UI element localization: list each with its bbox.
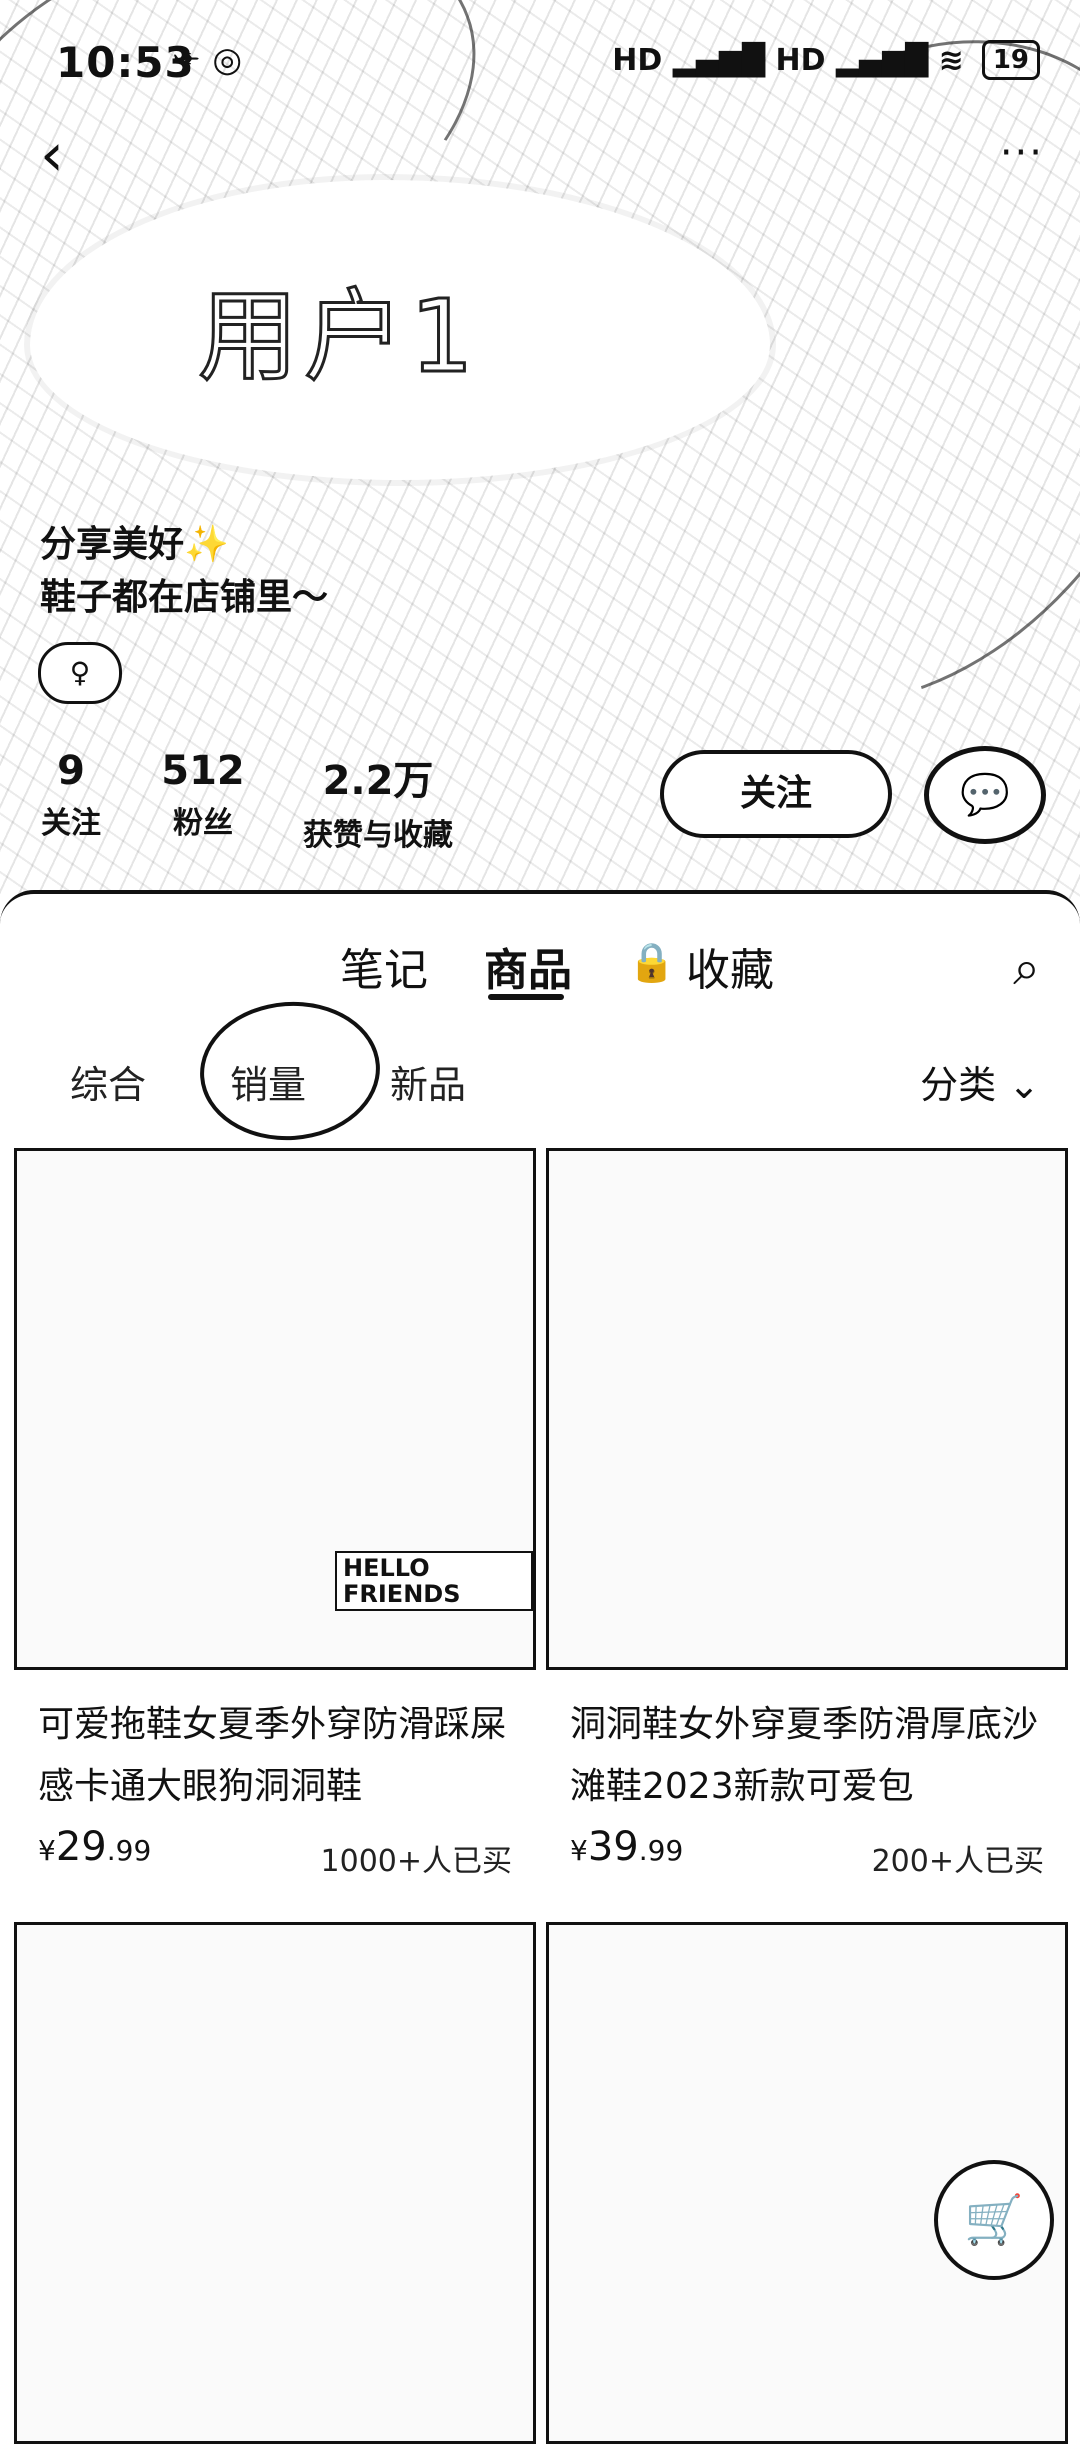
- sort-new[interactable]: 新品: [390, 1054, 466, 1109]
- active-tab-indicator: [488, 994, 564, 1000]
- search-icon[interactable]: ⌕: [1013, 940, 1040, 997]
- status-icons: HD ▂▄▆█ HD ▂▄▆█ ≋ 19: [612, 40, 1040, 80]
- username: 用户1: [197, 277, 480, 397]
- status-left-icons: ✈ ◎: [172, 40, 242, 80]
- product-price: ¥39.99: [570, 1824, 683, 1870]
- content-tabs: 笔记 商品 🔒 收藏: [0, 934, 1080, 1014]
- bio-line-2: 鞋子都在店铺里～: [40, 577, 329, 618]
- price-decimal: .99: [106, 1834, 152, 1867]
- sort-overall[interactable]: 综合: [70, 1054, 146, 1109]
- gender-badge: ♀: [38, 642, 122, 704]
- product-card[interactable]: HELLO FRIENDS 可爱拖鞋女夏季外穿防滑踩屎感卡通大眼狗洞洞鞋 ¥29…: [14, 1148, 536, 1884]
- sort-tabs: 综合 销量 新品 分类 ⌄: [0, 1054, 1080, 1134]
- content-panel: 笔记 商品 🔒 收藏 ⌕ 综合 销量 新品 分类 ⌄ HELLO FRIENDS…: [0, 890, 1080, 2444]
- stat-followers-label: 粉丝: [173, 806, 233, 841]
- sold-count: 200+人已买: [871, 1844, 1044, 1879]
- product-title[interactable]: 洞洞鞋女外穿夏季防滑厚底沙滩鞋2023新款可爱包: [570, 1694, 1044, 1818]
- product-meta: ¥29.99 1000+人已买: [38, 1824, 512, 1884]
- more-options-button[interactable]: ···: [1000, 130, 1044, 176]
- signal-icon: HD ▂▄▆█ HD ▂▄▆█ ≋: [612, 42, 964, 78]
- product-price: ¥29.99: [38, 1824, 151, 1870]
- follow-button[interactable]: 关注: [660, 750, 892, 838]
- price-integer: 39: [587, 1824, 639, 1870]
- product-badge: HELLO FRIENDS: [335, 1551, 533, 1611]
- bio-line-1: 分享美好✨: [40, 524, 229, 565]
- stat-likes-value: 2.2万: [322, 758, 434, 804]
- product-card[interactable]: 洞洞鞋女外穿夏季防滑厚底沙滩鞋2023新款可爱包 ¥39.99 200+人已买: [546, 1148, 1068, 1884]
- product-image[interactable]: [14, 1922, 536, 2444]
- stat-likes-label: 获赞与收藏: [303, 818, 453, 853]
- price-integer: 29: [55, 1824, 107, 1870]
- product-image[interactable]: HELLO FRIENDS: [14, 1148, 536, 1670]
- currency-symbol: ¥: [570, 1834, 588, 1867]
- category-filter[interactable]: 分类 ⌄: [920, 1054, 1040, 1109]
- currency-symbol: ¥: [38, 1834, 56, 1867]
- chat-icon[interactable]: 💬: [924, 746, 1046, 844]
- tab-products[interactable]: 商品: [484, 934, 572, 998]
- stat-following[interactable]: 9 关注: [36, 748, 106, 842]
- product-meta: ¥39.99 200+人已买: [570, 1824, 1044, 1884]
- product-card[interactable]: [14, 1922, 536, 2444]
- stat-followers-value: 512: [161, 748, 245, 794]
- tab-favorites[interactable]: 收藏: [686, 934, 774, 998]
- profile-header: 10:53 ✈ ◎ HD ▂▄▆█ HD ▂▄▆█ ≋ 19 ‹ ··· 用户1…: [0, 0, 1080, 900]
- lock-icon: 🔒: [628, 940, 676, 984]
- battery-icon: 19: [981, 40, 1040, 80]
- back-button[interactable]: ‹: [40, 120, 110, 190]
- product-title[interactable]: 可爱拖鞋女夏季外穿防滑踩屎感卡通大眼狗洞洞鞋: [38, 1694, 512, 1818]
- status-bar: 10:53 ✈ ◎ HD ▂▄▆█ HD ▂▄▆█ ≋ 19: [0, 0, 1080, 120]
- tab-notes[interactable]: 笔记: [340, 934, 428, 998]
- cart-icon[interactable]: 🛒: [934, 2160, 1054, 2280]
- stat-following-label: 关注: [41, 806, 101, 841]
- stat-following-value: 9: [57, 748, 85, 794]
- product-image[interactable]: [546, 1148, 1068, 1670]
- sold-count: 1000+人已买: [320, 1844, 512, 1879]
- price-decimal: .99: [638, 1834, 684, 1867]
- stat-likes[interactable]: 2.2万 获赞与收藏: [298, 748, 458, 854]
- stat-followers[interactable]: 512 粉丝: [160, 748, 246, 842]
